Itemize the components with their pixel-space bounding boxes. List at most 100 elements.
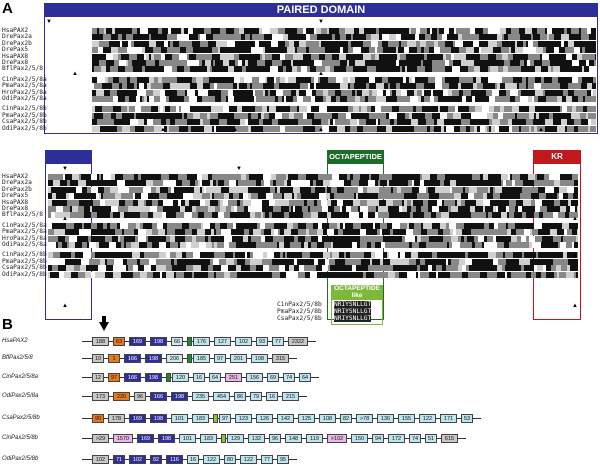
exon: 315 (272, 354, 289, 363)
octapeptide-like-sequence: NRIYSNLLGT (334, 308, 372, 315)
exon: 126 (256, 414, 273, 423)
exon: 69 (267, 373, 279, 382)
exon: 127 (214, 337, 231, 346)
marker-triangle: ▼ (318, 19, 324, 25)
exon: 166 (124, 373, 141, 382)
exon: 102 (92, 455, 109, 464)
exon: 64 (209, 373, 221, 382)
exon: 198 (150, 414, 167, 423)
exon: 136 (377, 414, 394, 423)
exon: 16 (187, 455, 199, 464)
exon: 171 (440, 414, 457, 423)
sequence-row (48, 258, 578, 265)
sequence-row (48, 174, 578, 180)
exon: 77 (261, 455, 273, 464)
panel-b-letter: B (2, 316, 13, 333)
exon: 71 (113, 455, 125, 464)
exon: 251 (225, 373, 242, 382)
exon: 198 (145, 354, 162, 363)
exon: 93 (256, 337, 268, 346)
marker-triangle: ▲ (432, 127, 438, 133)
exon: 97 (108, 373, 120, 382)
sequence-row (92, 89, 596, 96)
exon: 16 (266, 392, 278, 401)
exon: 101 (179, 434, 196, 443)
sequence-row (48, 199, 578, 206)
sequence-row (48, 180, 578, 187)
sequence-row (92, 40, 596, 47)
exon: 183 (192, 414, 209, 423)
panel-a-letter: A (2, 0, 13, 17)
gene-name: CinPax2/5/8a (2, 374, 39, 380)
sequence-row (92, 53, 596, 60)
exon: 64 (299, 373, 311, 382)
exon: 615 (441, 434, 458, 443)
marker-triangle: ▲ (572, 303, 578, 309)
marker-triangle: ▲ (160, 127, 166, 133)
sequence-name: OdiPax2/5/8b (2, 270, 47, 278)
sequence-row (92, 112, 596, 119)
exon (166, 373, 171, 382)
exon: 79 (250, 392, 262, 401)
sequence-row (92, 28, 596, 34)
marker-triangle: ▲ (62, 216, 68, 222)
exon: 96 (134, 392, 146, 401)
marker-triangle: ▲ (62, 303, 68, 309)
sequence-row (92, 119, 596, 126)
exon: 142 (277, 414, 294, 423)
exon: 150 (351, 434, 368, 443)
marker-triangle: ▲ (72, 71, 78, 77)
paired-end-header-bar (45, 150, 92, 164)
exon: 16 (193, 373, 205, 382)
gene-name: OdiPax2/5/8b (2, 456, 39, 462)
exon: 74 (409, 434, 421, 443)
exon: 90 (92, 414, 104, 423)
exon: 95 (277, 455, 289, 464)
sequence-row (92, 34, 596, 41)
exon: >78 (356, 414, 373, 423)
sequence-name: OdiPax2/5/8a (2, 241, 47, 248)
exon: 185 (193, 354, 210, 363)
exon: 122 (419, 414, 436, 423)
exon: 12 (92, 373, 104, 382)
sequence-row (92, 83, 596, 90)
exon: 173 (92, 392, 109, 401)
exon: 77 (272, 337, 284, 346)
sequence-row (92, 47, 596, 54)
octapeptide-like-sequence: NRIYSNLLGT (334, 315, 372, 322)
exon: >102 (327, 434, 347, 443)
sequence-name: OdiPax2/5/8b (2, 124, 47, 132)
exon: 80 (224, 455, 236, 464)
sequence-row (48, 212, 578, 219)
exon: 188 (92, 337, 109, 346)
exon (213, 414, 218, 423)
exon: 2322 (288, 337, 308, 346)
exon: 201 (230, 354, 247, 363)
exon (187, 337, 192, 346)
octapeptide-header: OCTAPEPTIDE (327, 150, 384, 164)
exon: 206 (166, 354, 183, 363)
exon: 108 (319, 414, 336, 423)
exon: 215 (282, 392, 299, 401)
exon: 169 (129, 414, 146, 423)
exon: 63 (113, 337, 125, 346)
exon: 53 (461, 414, 473, 423)
sequence-name: CsaPax2/5/8b (277, 315, 322, 322)
sequence-row (48, 235, 578, 242)
sequence-row (48, 252, 578, 259)
exon: 86 (234, 392, 246, 401)
sequence-row (92, 96, 596, 102)
marker-triangle: ▲ (538, 127, 544, 133)
sequence-row (48, 222, 578, 229)
octapeptide-like-sequence: NRIYSNLLGT (334, 301, 372, 308)
marker-triangle: ▼ (572, 254, 578, 260)
exon: 125 (298, 414, 315, 423)
exon: 176 (193, 337, 210, 346)
exon: 155 (398, 414, 415, 423)
exon: 94 (372, 434, 384, 443)
exon: 120 (172, 373, 189, 382)
arrow-stem (102, 316, 106, 323)
kr-header: KR (533, 150, 581, 164)
exon: 166 (150, 392, 167, 401)
exon: 108 (251, 354, 268, 363)
